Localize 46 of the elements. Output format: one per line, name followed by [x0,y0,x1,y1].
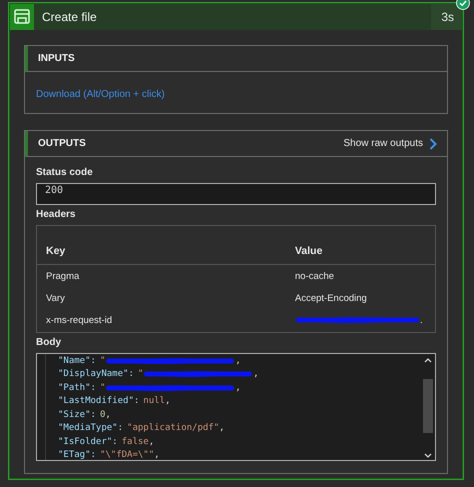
section-title: INPUTS [25,46,447,72]
punctuation: , [219,423,225,434]
json-value: 0 [100,410,106,420]
json-key: "Name": [58,356,96,366]
table-cell-text: Pragma [45,270,80,282]
punctuation: , [105,410,111,420]
json-key: "LastModified": [58,396,140,406]
field-label: Status code [36,167,94,178]
json-value: "\"fDA=\"" [100,450,154,460]
punctuation: , [235,356,241,366]
success-check-icon [456,0,470,10]
status-code-field: 200 [36,183,436,205]
json-value: " [100,356,106,366]
field-label: Headers [36,209,76,220]
table-cell-text: no-cache [294,270,336,282]
duration-label: 3s [431,4,462,30]
json-value: false [122,436,149,447]
table-cell-text: Vary [45,292,66,304]
json-value: null [143,396,165,406]
field-label: Body [36,337,62,348]
action-title: Create file [42,10,98,24]
table-cell-text: Accept-Encoding [294,292,368,304]
file-storage-icon [10,4,34,30]
punctuation: , [148,436,154,447]
download-link[interactable]: Download (Alt/Option + click) [36,89,165,100]
punctuation: , [235,382,241,393]
punctuation: , [164,396,170,406]
json-value: "application/pdf" [127,423,220,434]
json-key: "DisplayName": [58,369,134,380]
json-value: " [100,382,106,393]
action-header[interactable]: Create file 3s [10,4,462,30]
json-key: "Path": [58,382,96,393]
column-header: Value [294,245,324,257]
show-raw-outputs-link[interactable]: Show raw outputs [344,131,437,156]
column-header: Key [45,245,66,257]
table-cell: . [420,314,423,326]
table-cell-text: x-ms-request-id [45,314,113,326]
section-title: OUTPUTS [38,137,86,151]
json-key: "MediaType": [58,423,124,434]
json-value: " [138,369,144,380]
punctuation: , [154,450,160,460]
json-key: "Size": [58,410,96,420]
chevron-right-icon [429,138,437,150]
punctuation: , [253,369,259,380]
json-key: "IsFolder": [58,436,118,447]
json-key: "ETag": [58,450,96,460]
